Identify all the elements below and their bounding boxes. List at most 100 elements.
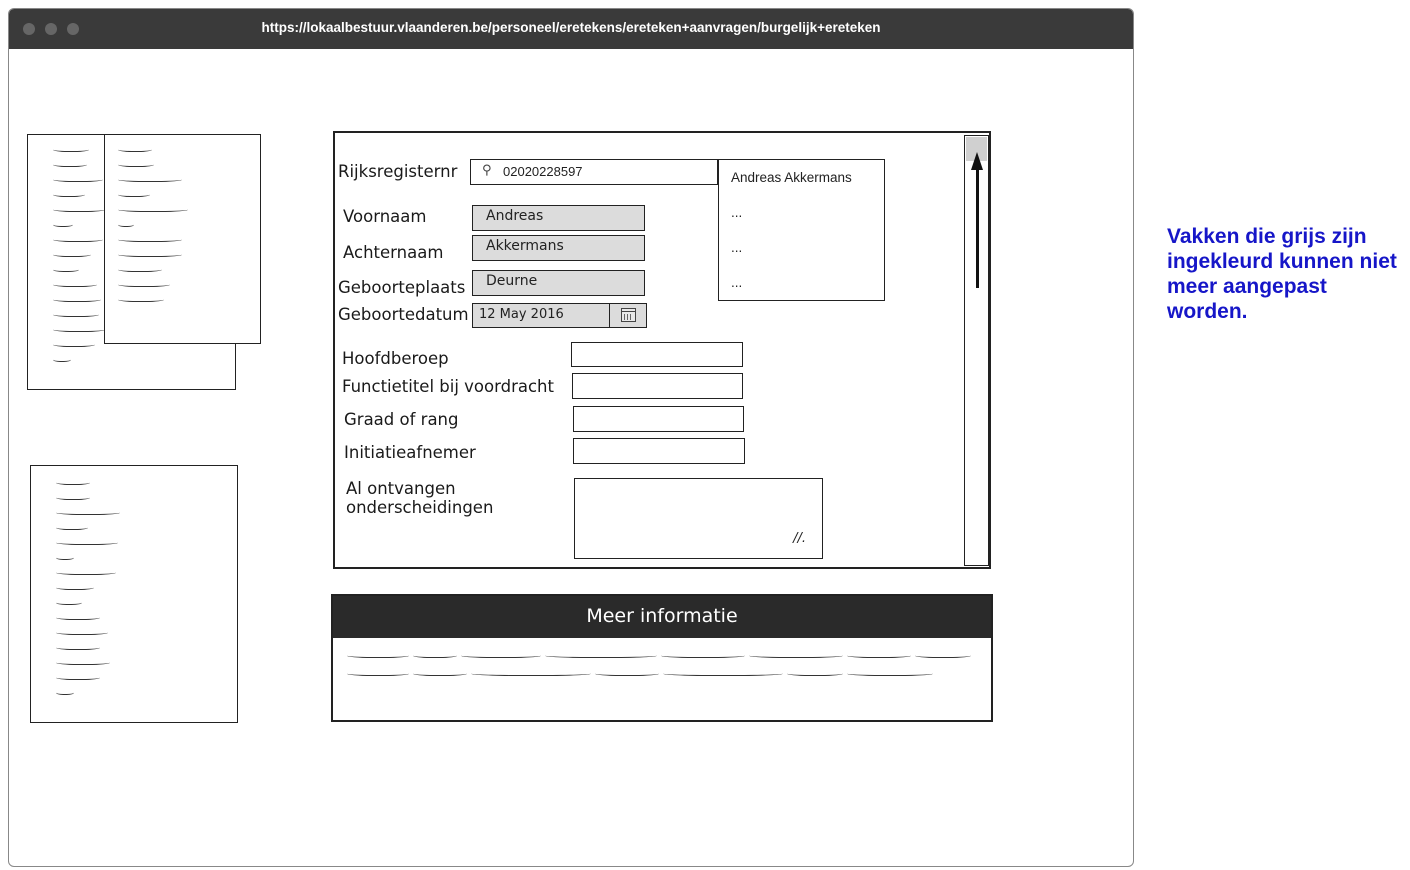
hoofdberoep-input[interactable] xyxy=(571,342,743,367)
document-thumbnail-lower[interactable] xyxy=(30,465,238,723)
placeholder-text-line xyxy=(56,539,118,545)
placeholder-text-line xyxy=(53,221,73,227)
achternaam-label: Achternaam xyxy=(343,243,444,262)
placeholder-text-line xyxy=(118,146,152,152)
initiatiefnemer-input[interactable] xyxy=(573,438,745,464)
rijksregister-value: 02020228597 xyxy=(503,164,583,179)
placeholder-text-line xyxy=(118,281,170,287)
onderscheidingen-label: Al ontvangen onderscheidingen xyxy=(346,479,494,517)
placeholder-text-line xyxy=(118,176,182,182)
placeholder-text-line xyxy=(56,584,94,590)
placeholder-text-line xyxy=(847,652,911,658)
geboortedatum-value: 12 May 2016 xyxy=(479,307,564,322)
placeholder-text-line xyxy=(53,251,91,257)
calendar-icon xyxy=(621,308,636,322)
suggestion-item[interactable]: Andreas Akkermans xyxy=(731,170,852,185)
browser-titlebar: https://lokaalbestuur.vlaanderen.be/pers… xyxy=(9,9,1133,49)
suggestion-item[interactable]: ... xyxy=(731,275,742,290)
placeholder-text-line xyxy=(56,569,116,575)
suggestion-item[interactable]: ... xyxy=(731,205,742,220)
placeholder-text-line xyxy=(53,176,103,182)
placeholder-text-line xyxy=(595,670,659,676)
search-icon: ⚲ xyxy=(482,163,492,178)
placeholder-text-line xyxy=(915,652,971,658)
voornaam-value: Andreas xyxy=(486,208,544,224)
rijksregister-search-input[interactable]: ⚲ 02020228597 xyxy=(470,159,718,185)
placeholder-text-line xyxy=(749,652,843,658)
placeholder-text-line xyxy=(53,146,89,152)
placeholder-text-line xyxy=(347,652,409,658)
placeholder-text-line xyxy=(118,161,154,167)
graad-label: Graad of rang xyxy=(344,410,459,429)
rijksregister-label: Rijksregisternr xyxy=(338,162,458,181)
functietitel-input[interactable] xyxy=(572,373,743,399)
placeholder-text-line xyxy=(53,236,103,242)
placeholder-text-line xyxy=(56,494,90,500)
readonly-fields-note: Vakken die grijs zijn ingekleurd kunnen … xyxy=(1167,225,1397,323)
document-thumbnail-front[interactable] xyxy=(104,134,261,344)
calendar-button[interactable] xyxy=(609,303,647,328)
placeholder-text-line xyxy=(53,356,71,362)
placeholder-text-line xyxy=(118,206,188,212)
placeholder-text-line xyxy=(347,670,409,676)
initiatiefnemer-label: Initiatieafnemer xyxy=(344,443,476,462)
placeholder-text-line xyxy=(56,644,100,650)
placeholder-text-line xyxy=(56,614,100,620)
placeholder-text-line xyxy=(56,599,82,605)
placeholder-text-line xyxy=(56,629,108,635)
placeholder-text-line xyxy=(56,554,74,560)
person-suggestions-dropdown: Andreas Akkermans ... ... ... xyxy=(718,159,885,301)
onderscheidingen-textarea[interactable]: //. xyxy=(574,478,823,559)
suggestion-item[interactable]: ... xyxy=(731,240,742,255)
placeholder-text-line xyxy=(56,674,100,680)
achternaam-value: Akkermans xyxy=(486,238,564,254)
address-bar-url[interactable]: https://lokaalbestuur.vlaanderen.be/pers… xyxy=(9,20,1133,35)
hoofdberoep-label: Hoofdberoep xyxy=(342,349,449,368)
placeholder-text-line xyxy=(471,670,591,676)
placeholder-text-line xyxy=(118,296,164,302)
placeholder-text-line xyxy=(56,659,110,665)
more-info-title: Meer informatie xyxy=(586,605,738,627)
more-info-header[interactable]: Meer informatie xyxy=(333,596,991,638)
placeholder-text-line xyxy=(787,670,843,676)
placeholder-text-line xyxy=(53,191,85,197)
placeholder-text-line xyxy=(413,670,467,676)
geboortedatum-field: 12 May 2016 xyxy=(472,303,610,328)
voornaam-field: Andreas xyxy=(472,205,645,231)
placeholder-text-line xyxy=(545,652,657,658)
placeholder-text-line xyxy=(663,670,783,676)
placeholder-text-line xyxy=(53,281,97,287)
resize-grip-icon[interactable]: //. xyxy=(793,531,806,546)
placeholder-text-line xyxy=(118,191,150,197)
placeholder-text-line xyxy=(56,509,120,515)
placeholder-text-line xyxy=(53,266,79,272)
placeholder-text-line xyxy=(53,341,95,347)
placeholder-text-line xyxy=(461,652,541,658)
geboorteplaats-field: Deurne xyxy=(472,270,645,296)
placeholder-text-line xyxy=(118,221,134,227)
placeholder-text-line xyxy=(56,524,88,530)
placeholder-text-line xyxy=(661,652,745,658)
form-scrollbar[interactable] xyxy=(964,135,989,566)
geboorteplaats-value: Deurne xyxy=(486,273,538,289)
placeholder-text-line xyxy=(413,652,457,658)
voornaam-label: Voornaam xyxy=(343,207,427,226)
placeholder-text-line xyxy=(118,251,182,257)
placeholder-text-line xyxy=(53,161,87,167)
graad-input[interactable] xyxy=(573,406,744,432)
placeholder-text-line xyxy=(847,670,933,676)
placeholder-text-line xyxy=(53,296,101,302)
placeholder-text-line xyxy=(53,311,99,317)
placeholder-text-line xyxy=(56,689,74,695)
more-info-panel: Meer informatie xyxy=(331,594,993,722)
placeholder-text-line xyxy=(53,326,105,332)
placeholder-text-line xyxy=(56,479,90,485)
placeholder-text-line xyxy=(53,206,105,212)
geboorteplaats-label: Geboorteplaats xyxy=(338,278,466,297)
arrow-up-icon-shaft xyxy=(976,166,979,288)
geboortedatum-label: Geboortedatum xyxy=(338,305,469,324)
achternaam-field: Akkermans xyxy=(472,235,645,261)
functietitel-label: Functietitel bij voordracht xyxy=(342,377,554,396)
placeholder-text-line xyxy=(118,266,162,272)
person-form: Rijksregisternr ⚲ 02020228597 Andreas Ak… xyxy=(333,131,991,569)
